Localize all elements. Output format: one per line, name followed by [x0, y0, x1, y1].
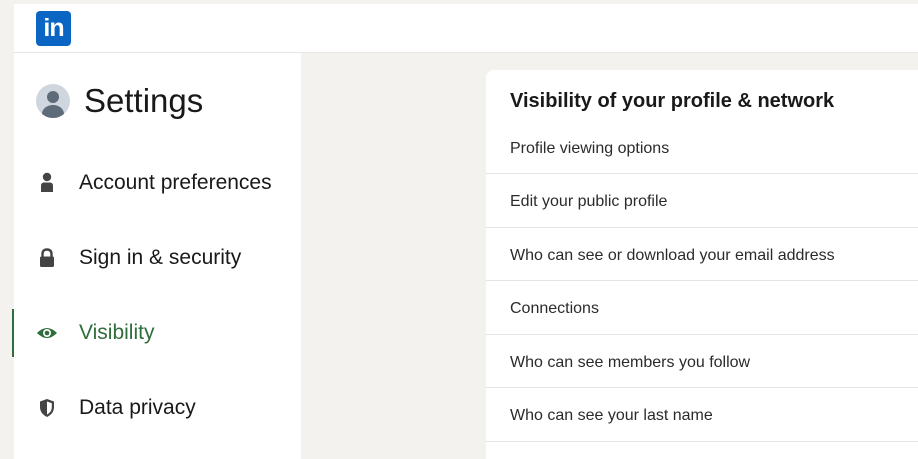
divider: [486, 387, 918, 388]
divider: [486, 334, 918, 335]
setting-row-label: Who can see members you follow: [510, 353, 751, 371]
eye-icon: [36, 322, 58, 344]
sidebar-item-label: Sign in & security: [79, 246, 242, 269]
section-title: Visibility of your profile & network: [510, 90, 835, 112]
visibility-settings-card: Visibility of your profile & network Pro…: [486, 70, 918, 459]
sidebar-item-visibility[interactable]: Visibility: [12, 309, 301, 357]
setting-row-members-you-follow[interactable]: Who can see members you follow: [486, 336, 918, 389]
divider: [486, 227, 918, 228]
avatar[interactable]: [36, 84, 70, 118]
setting-row-label: Connections: [510, 299, 599, 317]
divider: [486, 441, 918, 442]
person-icon: [36, 172, 58, 194]
lock-icon: [36, 247, 58, 269]
sidebar-item-data-privacy[interactable]: Data privacy: [14, 384, 301, 432]
divider: [486, 280, 918, 281]
setting-row-last-name[interactable]: Who can see your last name: [486, 389, 918, 442]
setting-row-connections[interactable]: Connections: [486, 282, 918, 335]
setting-row-edit-public-profile[interactable]: Edit your public profile: [486, 175, 918, 228]
logo-text: in: [43, 14, 64, 42]
top-navigation-bar: in: [14, 4, 918, 53]
settings-header: Settings: [36, 81, 203, 121]
sidebar-item-sign-in-security[interactable]: Sign in & security: [14, 234, 301, 282]
linkedin-logo[interactable]: in: [36, 11, 71, 46]
shield-icon: [36, 397, 58, 419]
setting-row-label: Edit your public profile: [510, 192, 668, 210]
setting-row-label: Who can see your last name: [510, 406, 713, 424]
sidebar-item-label: Visibility: [79, 321, 155, 344]
settings-sidebar: Settings Account preferences Sign in & s…: [12, 53, 301, 459]
sidebar-item-label: Account preferences: [79, 171, 272, 194]
setting-row-profile-viewing-options[interactable]: Profile viewing options: [486, 122, 918, 175]
divider: [486, 173, 918, 174]
setting-row-label: Who can see or download your email addre…: [510, 246, 835, 264]
setting-row-email-visibility[interactable]: Who can see or download your email addre…: [486, 229, 918, 282]
sidebar-item-label: Data privacy: [79, 396, 196, 419]
sidebar-item-account-preferences[interactable]: Account preferences: [14, 159, 301, 207]
setting-row-label: Profile viewing options: [510, 139, 670, 157]
page-title: Settings: [84, 82, 204, 119]
